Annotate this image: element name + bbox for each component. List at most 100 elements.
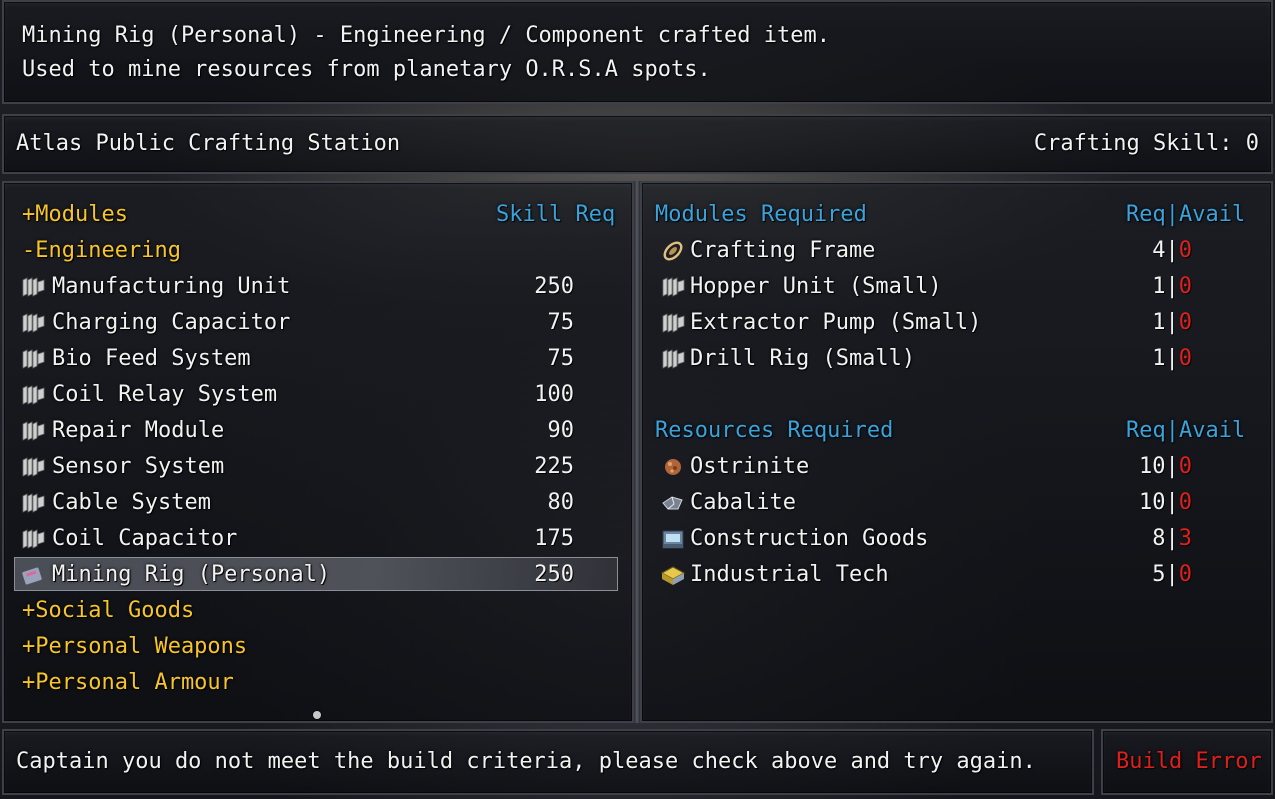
recipe-name: Manufacturing Unit	[52, 274, 291, 299]
skill-req-header: Skill Req	[496, 202, 616, 227]
gear-icon	[660, 347, 686, 371]
available-count: 3	[1178, 526, 1192, 551]
modules-avail-label: Avail	[1179, 202, 1246, 227]
recipe-name: Bio Feed System	[52, 346, 251, 371]
crafting-skill: Crafting Skill: 0	[1033, 131, 1259, 156]
tech-icon	[660, 563, 686, 587]
build-error-label: Build Error	[1116, 749, 1262, 774]
gear-icon	[20, 311, 46, 335]
recipe-skill-req: 225	[534, 454, 574, 479]
recipe-name: Coil Relay System	[52, 382, 278, 407]
recipe-row-sensor-system[interactable]: Sensor System 225	[20, 449, 610, 485]
gear-icon	[20, 527, 46, 551]
recipe-skill-req: 250	[534, 274, 574, 299]
item-description-panel: Mining Rig (Personal) - Engineering / Co…	[2, 0, 1273, 104]
modules-required-row-hopper-unit-small: Hopper Unit (Small) 1|0	[660, 269, 1260, 305]
requirement-name: Cabalite	[690, 490, 796, 515]
recipe-name: Mining Rig (Personal)	[52, 562, 331, 587]
status-message: Captain you do not meet the build criter…	[16, 749, 1036, 774]
gear-icon	[20, 491, 46, 515]
build-error-button[interactable]: Build Error	[1101, 729, 1273, 795]
count-separator: |	[1165, 274, 1179, 299]
recipe-row-bio-feed-system[interactable]: Bio Feed System 75	[20, 341, 610, 377]
modules-required-header: Modules Required	[655, 202, 867, 227]
recipe-name: Cable System	[52, 490, 211, 515]
count-separator: |	[1165, 346, 1179, 371]
gear-icon	[20, 347, 46, 371]
requirement-name: Ostrinite	[690, 454, 810, 479]
available-count: 0	[1178, 562, 1192, 587]
modules-req-col-header: Req|Avail	[1126, 197, 1245, 233]
recipe-name: Coil Capacitor	[52, 526, 238, 551]
requirement-name: Drill Rig (Small)	[690, 346, 916, 371]
recipe-skill-req: 75	[547, 346, 575, 371]
count-separator: |	[1165, 238, 1179, 263]
requirement-counts: 10|0	[1139, 485, 1192, 521]
recipe-name: Sensor System	[52, 454, 225, 479]
requirement-counts: 1|0	[1152, 269, 1192, 305]
recipe-row-coil-relay-system[interactable]: Coil Relay System 100	[20, 377, 610, 413]
available-count: 0	[1178, 346, 1192, 371]
modules-col-separator: |	[1165, 202, 1179, 227]
requirement-counts: 4|0	[1152, 233, 1192, 269]
ore-icon	[660, 455, 686, 479]
crystal-icon	[660, 491, 686, 515]
recipe-row-cable-system[interactable]: Cable System 80	[20, 485, 610, 521]
resources-col-separator: |	[1165, 418, 1179, 443]
required-count: 10	[1139, 490, 1166, 515]
resources-req-col-header: Req|Avail	[1126, 413, 1245, 449]
personal-weapons-category-toggle[interactable]: +Personal Weapons	[22, 629, 247, 665]
available-count: 0	[1178, 274, 1192, 299]
personal-armour-category-toggle[interactable]: +Personal Armour	[22, 665, 234, 701]
resources-required-row-industrial-tech: Industrial Tech 5|0	[660, 557, 1260, 593]
requirement-name: Extractor Pump (Small)	[690, 310, 982, 335]
modules-group-toggle[interactable]: +Modules	[22, 197, 128, 233]
available-count: 0	[1178, 454, 1192, 479]
modules-required-row-drill-rig-small: Drill Rig (Small) 1|0	[660, 341, 1260, 377]
engineering-category-toggle[interactable]: -Engineering	[22, 233, 181, 269]
recipe-row-manufacturing-unit[interactable]: Manufacturing Unit 250	[20, 269, 610, 305]
station-header: Atlas Public Crafting Station Crafting S…	[2, 114, 1273, 174]
recipe-name: Repair Module	[52, 418, 225, 443]
required-count: 8	[1152, 526, 1166, 551]
recipe-skill-req: 250	[534, 562, 574, 587]
requirement-counts: 1|0	[1152, 305, 1192, 341]
recipe-name: Charging Capacitor	[52, 310, 291, 335]
description-line-1: Mining Rig (Personal) - Engineering / Co…	[22, 23, 830, 48]
available-count: 0	[1178, 238, 1192, 263]
resources-req-label: Req	[1126, 418, 1166, 443]
scroll-indicator[interactable]	[313, 711, 321, 719]
recipe-row-charging-capacitor[interactable]: Charging Capacitor 75	[20, 305, 610, 341]
recipe-row-mining-rig-personal[interactable]: Mining Rig (Personal) 250	[20, 557, 610, 593]
modules-req-label: Req	[1126, 202, 1166, 227]
modules-required-row-extractor-pump-small: Extractor Pump (Small) 1|0	[660, 305, 1260, 341]
recipe-skill-req: 75	[547, 310, 575, 335]
recipe-row-coil-capacitor[interactable]: Coil Capacitor 175	[20, 521, 610, 557]
recipe-skill-req: 90	[547, 418, 575, 443]
social-goods-category-toggle[interactable]: +Social Goods	[22, 593, 194, 629]
required-count: 10	[1139, 454, 1166, 479]
count-separator: |	[1165, 310, 1179, 335]
count-separator: |	[1165, 490, 1179, 515]
requirement-counts: 1|0	[1152, 341, 1192, 377]
required-count: 4	[1152, 238, 1166, 263]
gear-icon	[20, 455, 46, 479]
requirement-counts: 5|0	[1152, 557, 1192, 593]
requirement-name: Industrial Tech	[690, 562, 889, 587]
recipe-row-repair-module[interactable]: Repair Module 90	[20, 413, 610, 449]
modules-required-row-crafting-frame: Crafting Frame 4|0	[660, 233, 1260, 269]
recipe-skill-req: 80	[547, 490, 575, 515]
required-count: 1	[1152, 274, 1166, 299]
recipe-skill-req: 100	[534, 382, 574, 407]
gear-icon	[20, 275, 46, 299]
recipe-skill-req: 175	[534, 526, 574, 551]
resources-required-row-cabalite: Cabalite 10|0	[660, 485, 1260, 521]
requirement-name: Hopper Unit (Small)	[690, 274, 942, 299]
crate-icon	[660, 527, 686, 551]
resources-required-header: Resources Required	[655, 418, 894, 443]
status-bar: Captain you do not meet the build criter…	[2, 729, 1094, 795]
count-separator: |	[1165, 526, 1179, 551]
requirement-counts: 10|0	[1139, 449, 1192, 485]
count-separator: |	[1165, 562, 1179, 587]
required-count: 1	[1152, 310, 1166, 335]
